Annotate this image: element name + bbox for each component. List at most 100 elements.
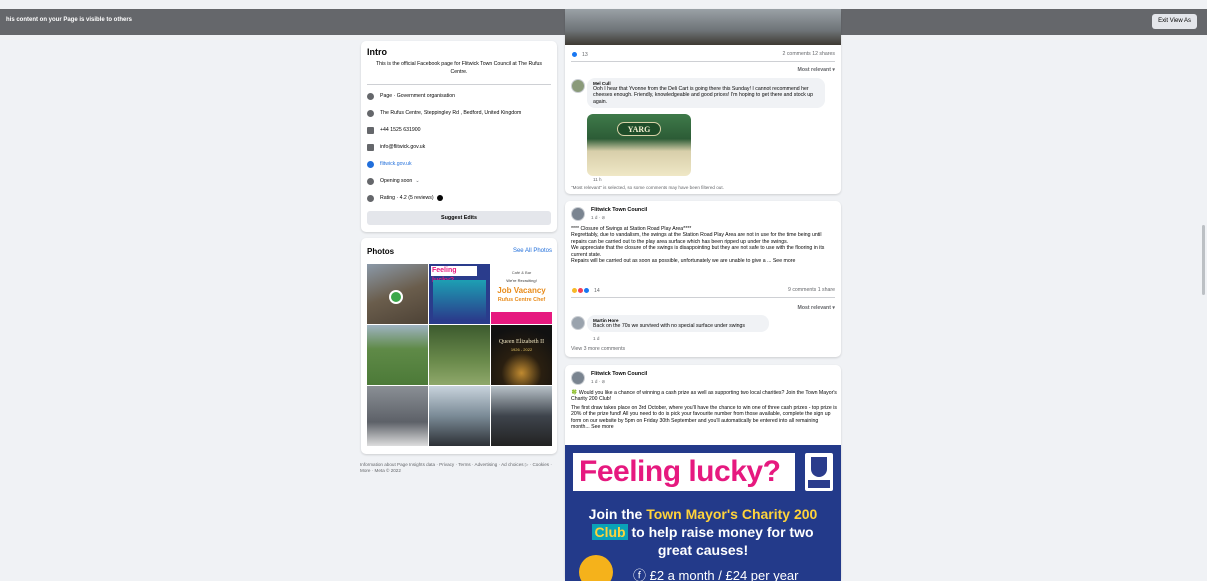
job-tile-small: We're Recruiting! [506,278,537,283]
post-text: 🍀 Would you like a chance of winning a c… [571,390,837,430]
intro-email-text[interactable]: info@flitwick.gov.uk [380,144,425,150]
intro-rating-text: Rating · 4.2 (5 reviews) [380,195,434,201]
intro-address-text[interactable]: The Rufus Centre, Steppingley Rd , Bedfo… [380,110,521,116]
intro-hours-text[interactable]: Opening soon [380,178,412,184]
view-as-message: his content on your Page is visible to o… [6,17,133,23]
post-image-market[interactable] [565,9,841,45]
comment-bubble: Mel Cull Ooh I hear that Yvonne from the… [587,78,825,109]
poster-text: Join the [588,506,647,522]
intro-website-link[interactable]: flitwick.gov.uk [380,161,412,167]
queen-tile-title: Queen Elizabeth II [498,339,545,345]
reaction-count: 14 [594,287,600,294]
photo-job-vacancy-poster[interactable]: Café & Bar We're Recruiting! Job Vacancy… [491,264,552,324]
intro-heading: Intro [367,47,387,57]
clock-icon [367,177,374,185]
photos-heading: Photos [367,247,395,256]
divider [571,297,835,298]
post-text-line: 🍀 Would you like a chance of winning a c… [571,390,837,403]
comment-text: Back on the 70s we survived with no spec… [593,323,745,329]
balloon-shape [389,290,403,304]
info-icon [367,92,374,100]
filter-note: "Most relevant" is selected, so some com… [571,185,724,190]
intro-phone-row: +44 1525 631900 [367,125,421,135]
globe-icon [367,160,374,168]
comment-time[interactable]: 11 h [593,177,602,182]
intro-website-row[interactable]: flitwick.gov.uk [367,159,412,169]
post-author[interactable]: Flitwick Town Council [591,207,647,213]
post-text-line[interactable]: The first draw takes place on 3rd Octobe… [571,405,837,431]
poster-body [433,280,486,320]
page-scrollbar[interactable] [1202,225,1205,295]
comment-time[interactable]: 1 d [593,336,599,341]
intro-phone-text: +44 1525 631900 [380,127,421,133]
intro-email-row[interactable]: info@flitwick.gov.uk [367,142,425,152]
post-stats[interactable]: 2 comments 12 shares [783,51,835,57]
comment-bubble: Martin Hore Back on the 70s we survived … [587,315,769,333]
queen-tile-years: 1926 - 2022 [510,347,533,352]
divider [571,61,835,62]
post-card-charity-club: Flitwick Town Council 1 d · ⊘ 🍀 Would yo… [565,365,841,581]
photo-grid: Feeling lucky? Café & Bar We're Recruiti… [367,264,552,446]
post-stats[interactable]: 9 comments 1 share [788,287,835,293]
post-card-market: 13 2 comments 12 shares Most relevant ▾ … [565,9,841,194]
post-reactions[interactable]: 14 [571,287,600,294]
intro-description: This is the official Facebook page for F… [375,61,543,75]
photos-card: Photos See All Photos Feeling lucky? Caf… [361,238,557,454]
intro-card: Intro This is the official Facebook page… [361,41,557,232]
view-more-comments-link[interactable]: View 3 more comments [571,346,625,352]
job-tile-cafe: Café & Bar [511,270,532,275]
comment-text: Ooh I hear that Yvonne from the Deli Car… [593,86,814,105]
like-reaction-icon [583,287,590,294]
photo-event-stalls[interactable] [367,264,428,324]
sort-comments-dropdown[interactable]: Most relevant ▾ [798,305,836,311]
like-reaction-icon [571,51,578,58]
photo-memorial-cross[interactable] [429,386,490,446]
intro-category-row: Page · Government organisation [367,91,455,101]
photo-book-signing[interactable] [367,386,428,446]
post-text-line[interactable]: Repairs will be carried out as soon as p… [571,258,837,264]
post-time[interactable]: 1 d · ⊘ [591,379,605,385]
exit-view-as-button[interactable]: Exit View As [1152,14,1197,29]
intro-rating-row: Rating · 4.2 (5 reviews) [367,193,443,203]
post-image-charity-poster[interactable]: Feeling lucky? Join the Town Mayor's Cha… [565,445,841,581]
avatar[interactable] [571,207,585,221]
poster-price: ⓕ £2 a month / £24 per year [633,568,799,581]
post-time[interactable]: 1 d · ⊘ [591,215,605,221]
post-card-swings: Flitwick Town Council 1 d · ⊘ **** Closu… [565,201,841,357]
location-pin-icon [367,109,374,117]
suggest-edits-button[interactable]: Suggest Edits [367,211,551,225]
poster-footer [491,312,552,324]
avatar[interactable] [571,79,585,93]
photo-feeling-lucky-poster[interactable]: Feeling lucky? [429,264,490,324]
lucky-tile-title: Feeling lucky? [431,266,477,284]
email-icon [367,143,374,151]
photo-park-trees[interactable] [429,325,490,385]
council-crest-logo [805,453,833,491]
poster-text: to help raise money for two [627,524,814,540]
info-circle-icon[interactable] [436,195,443,201]
post-time-text: 1 d · [591,379,602,384]
phone-icon [367,126,374,134]
poster-line-3: great causes! [657,542,749,558]
avatar[interactable] [571,371,585,385]
globe-icon: ⊘ [601,379,606,384]
post-text-line: We appreciate that the closure of the sw… [571,245,825,258]
chevron-down-icon[interactable]: ⌄ [415,178,419,184]
intro-category-text: Page · Government organisation [380,93,455,99]
photo-ceremony-group[interactable] [491,386,552,446]
intro-hours-row[interactable]: Opening soon ⌄ [367,176,420,186]
intro-address-row[interactable]: The Rufus Centre, Steppingley Rd , Bedfo… [367,108,521,118]
poster-title: Feeling lucky? [573,453,795,491]
post-reactions[interactable]: 13 [571,51,588,58]
post-author[interactable]: Flitwick Town Council [591,371,647,377]
photo-sports-field[interactable] [367,325,428,385]
post-text-line: Regrettably, due to vandalism, the swing… [571,232,822,245]
page-footer-links[interactable]: Information about Page Insights data · P… [360,462,560,474]
photo-queen-elizabeth-candle[interactable]: Queen Elizabeth II 1926 - 2022 [491,325,552,385]
avatar[interactable] [571,316,585,330]
see-all-photos-link[interactable]: See All Photos [513,248,552,254]
poster-highlight: Town Mayor's Charity 200 [646,506,818,522]
star-icon [367,194,374,202]
comment-image-cheese[interactable]: YARG [587,114,691,176]
sort-comments-dropdown[interactable]: Most relevant ▾ [798,67,836,73]
